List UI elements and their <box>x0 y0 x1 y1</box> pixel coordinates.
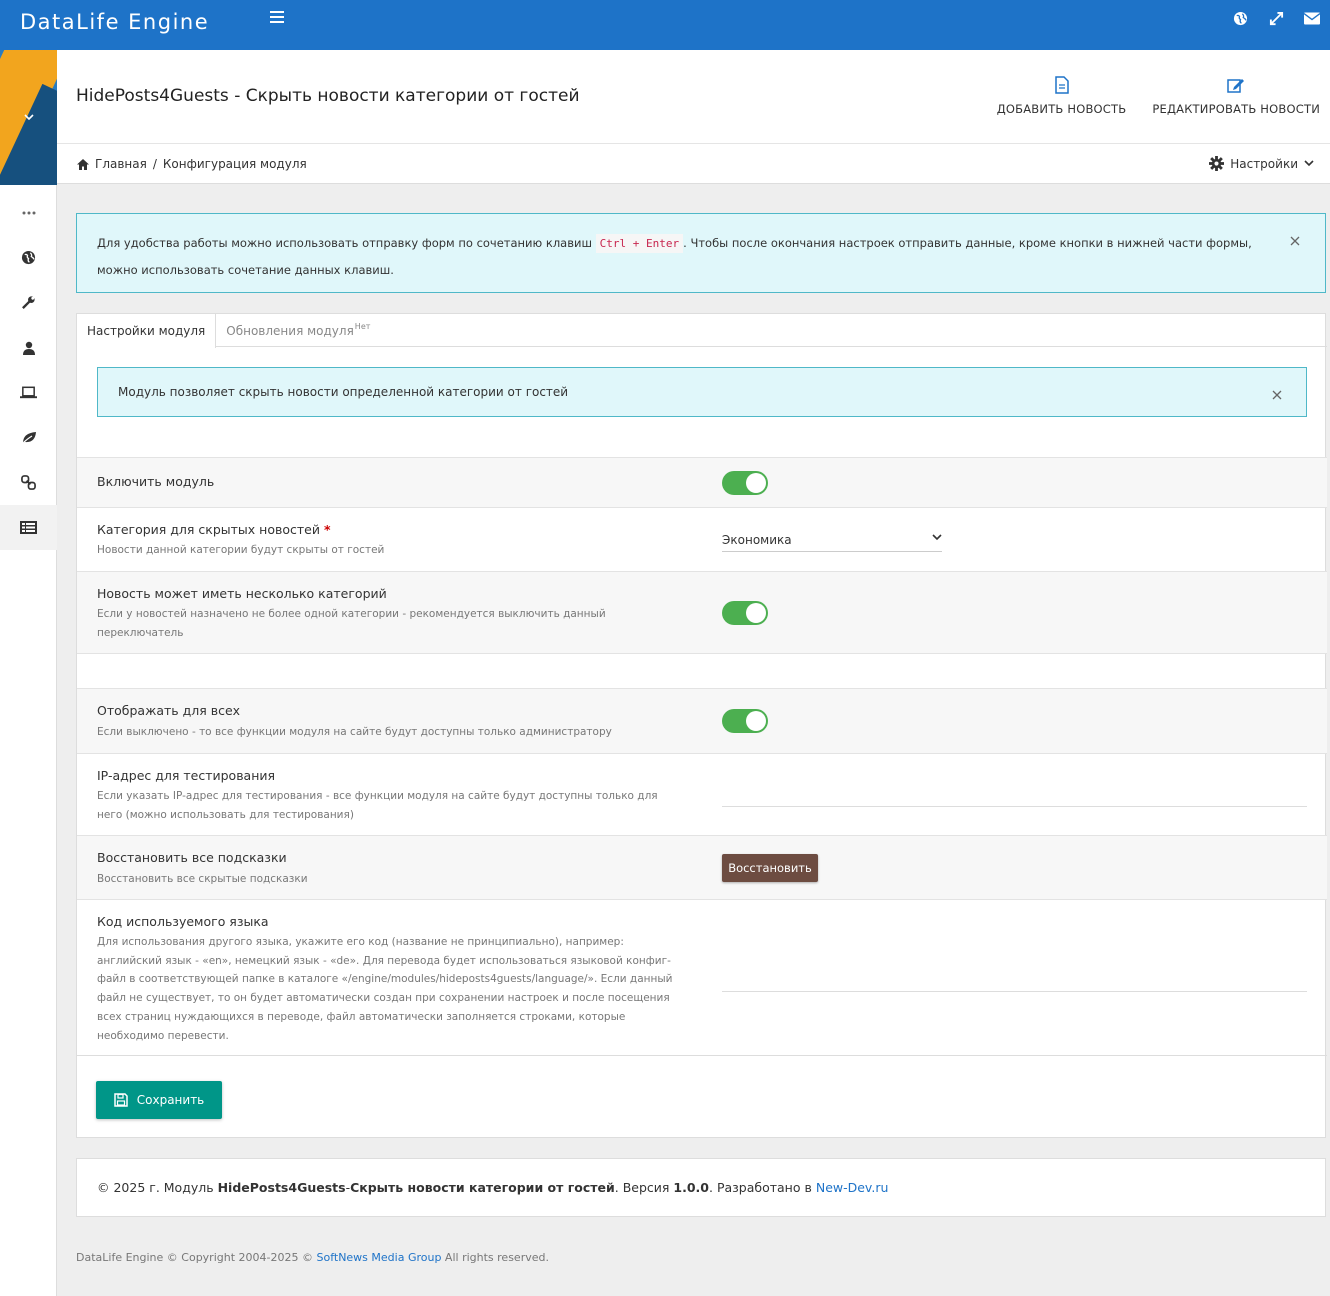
wrench-icon <box>22 296 35 309</box>
lang-code-input[interactable] <box>722 991 1307 992</box>
module-footer: © 2025 г. Модуль HidePosts4Guests - Скры… <box>76 1158 1326 1217</box>
softnews-link[interactable]: SoftNews Media Group <box>316 1251 441 1264</box>
setting-row-test-ip: IP-адрес для тестирования Если указать I… <box>77 753 1327 835</box>
chevron-down-icon[interactable] <box>22 112 36 122</box>
tab-bar: Настройки модуля Обновления модуля Нет <box>77 314 1327 348</box>
top-navbar: DataLife Engine <box>0 0 1330 50</box>
left-sidebar <box>0 50 57 1296</box>
setting-row-enable: Включить модуль <box>77 457 1327 507</box>
category-select[interactable]: Экономика <box>722 528 942 552</box>
add-news-button[interactable]: ДОБАВИТЬ НОВОСТЬ <box>997 74 1127 116</box>
gear-icon <box>1209 156 1225 171</box>
page-title: HidePosts4Guests - Скрыть новости катего… <box>76 86 580 106</box>
sidebar-item-users[interactable] <box>0 325 57 370</box>
dots-icon <box>22 211 35 214</box>
link-icon <box>21 475 36 490</box>
sidebar-item-tools[interactable] <box>0 280 57 325</box>
user-icon <box>22 341 35 355</box>
tab-module-updates[interactable]: Обновления модуля Нет <box>216 314 380 347</box>
globe-icon <box>21 250 36 265</box>
sidebar-item-seo[interactable] <box>0 415 57 460</box>
setting-row-category: Категория для скрытых новостей * Новости… <box>77 507 1327 571</box>
enable-module-toggle[interactable] <box>722 471 768 495</box>
breadcrumb: Главная / Конфигурация модуля <box>77 157 307 171</box>
chevron-down-icon <box>1304 160 1314 167</box>
globe-icon[interactable] <box>1230 9 1250 27</box>
setting-row-multi-category: Новость может иметь несколько категорий … <box>77 571 1327 653</box>
settings-dropdown[interactable]: Настройки <box>1209 156 1314 171</box>
spacer-row <box>77 653 1327 688</box>
breadcrumb-current: Конфигурация модуля <box>162 157 307 171</box>
expand-icon[interactable] <box>1266 9 1286 27</box>
page-header: HidePosts4Guests - Скрыть новости катего… <box>57 50 1330 184</box>
breadcrumb-bar: Главная / Конфигурация модуля Настройки <box>57 143 1330 184</box>
chevron-down-icon <box>932 534 942 541</box>
home-icon <box>77 158 89 170</box>
edit-news-button[interactable]: РЕДАКТИРОВАТЬ НОВОСТИ <box>1152 74 1320 116</box>
sidebar-item-modules[interactable] <box>0 505 57 550</box>
edit-icon <box>1227 79 1245 93</box>
setting-row-lang-code: Код используемого языка Для использовани… <box>77 899 1327 1055</box>
settings-panel: Настройки модуля Обновления модуля Нет Мо… <box>76 313 1327 1139</box>
sidebar-item-site[interactable] <box>0 235 57 280</box>
new-dev-link[interactable]: New-Dev.ru <box>816 1180 889 1195</box>
module-description-alert: Модуль позволяет скрыть новости определе… <box>97 367 1307 417</box>
sidebar-item-links[interactable] <box>0 460 57 505</box>
close-icon[interactable] <box>1272 390 1282 400</box>
show-all-toggle[interactable] <box>722 709 768 733</box>
laptop-icon <box>20 386 37 399</box>
copyright: DataLife Engine © Copyright 2004-2025 © … <box>76 1251 549 1264</box>
file-icon <box>1054 76 1069 94</box>
updates-badge: Нет <box>354 322 371 331</box>
save-button[interactable]: Сохранить <box>96 1081 222 1119</box>
test-ip-input[interactable] <box>722 806 1307 807</box>
shortcut-info-alert: Для удобства работы можно использовать о… <box>76 213 1326 293</box>
leaf-icon <box>21 431 36 444</box>
restore-hints-button[interactable]: Восстановить <box>722 854 818 882</box>
setting-row-show-all: Отображать для всех Если выключено - то … <box>77 688 1327 753</box>
shortcut-code: Ctrl + Enter <box>595 234 684 253</box>
floppy-icon <box>114 1093 128 1107</box>
hamburger-icon[interactable] <box>270 11 284 23</box>
sidebar-item-more[interactable] <box>0 190 57 235</box>
user-avatar[interactable] <box>0 50 57 185</box>
setting-row-restore-hints: Восстановить все подсказки Восстановить … <box>77 835 1327 899</box>
brand-logo[interactable]: DataLife Engine <box>20 10 209 34</box>
mail-icon[interactable] <box>1302 9 1322 27</box>
list-icon <box>20 521 37 534</box>
sidebar-item-templates[interactable] <box>0 370 57 415</box>
breadcrumb-home[interactable]: Главная <box>95 157 147 171</box>
breadcrumb-separator: / <box>152 157 157 171</box>
tab-module-settings[interactable]: Настройки модуля <box>77 314 217 348</box>
multi-category-toggle[interactable] <box>722 601 768 625</box>
save-area: Сохранить <box>77 1055 1327 1139</box>
close-icon[interactable] <box>1290 236 1300 246</box>
